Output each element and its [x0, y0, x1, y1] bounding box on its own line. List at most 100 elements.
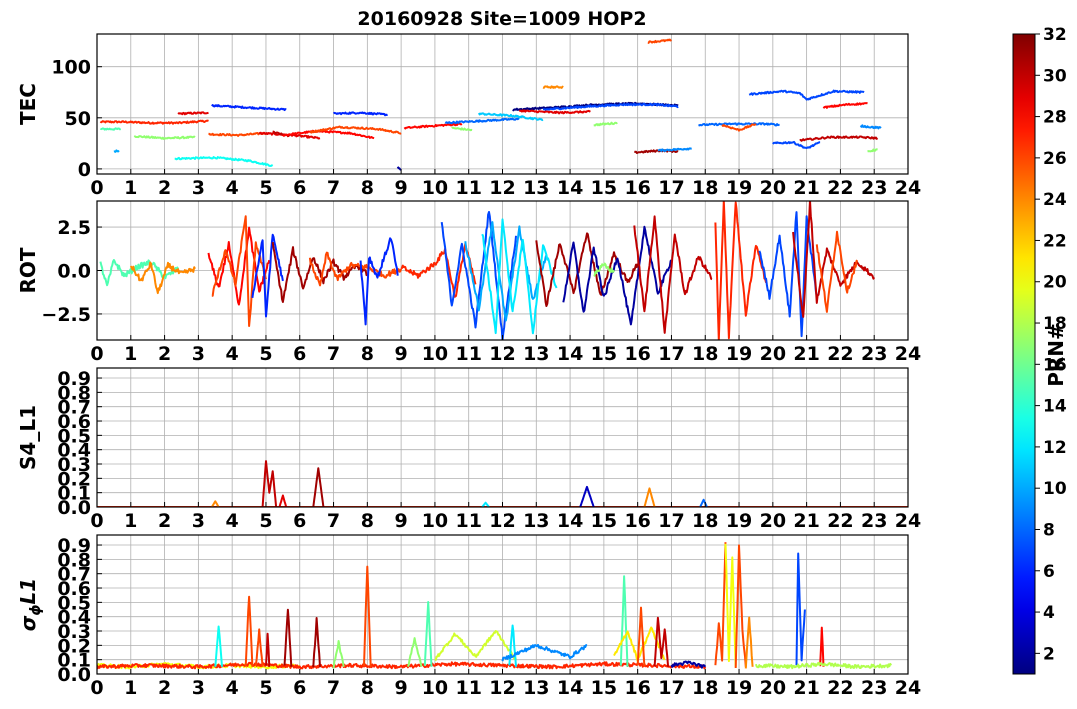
x-tick-label: 18 [692, 177, 718, 199]
x-tick-label: 1 [124, 677, 137, 699]
colorbar-tick-label: 24 [1043, 190, 1067, 210]
x-tick-label: 4 [226, 510, 239, 532]
x-tick-label: 3 [192, 677, 205, 699]
x-tick-label: 15 [591, 343, 617, 365]
x-tick-label: 14 [557, 177, 583, 199]
y-tick-label: 2.5 [57, 217, 91, 239]
x-tick-label: 20 [760, 177, 786, 199]
x-tick-label: 6 [293, 677, 306, 699]
x-tick-label: 19 [726, 177, 752, 199]
x-tick-label: 2 [158, 510, 171, 532]
y-tick-label: 0 [78, 159, 91, 181]
x-tick-label: 13 [523, 177, 549, 199]
x-tick-label: 7 [327, 177, 340, 199]
x-tick-label: 4 [226, 677, 239, 699]
x-tick-label: 24 [895, 677, 921, 699]
series-line-prn-26 [244, 595, 254, 667]
series-line-prn-31 [312, 467, 325, 507]
series-line-prn-31 [283, 608, 293, 667]
x-tick-label: 11 [455, 343, 481, 365]
panel-s4-l1: 0 1 2 3 4 5 6 7 8 9 10 11 12 13 14 15 16 17 18 19 20 21 22 23 24… [16, 367, 921, 532]
x-tick-label: 20 [760, 510, 786, 532]
x-tick-label: 10 [422, 343, 448, 365]
series-group [99, 38, 882, 171]
series-line-prn-24 [744, 616, 754, 669]
colorbar-tick-label: 26 [1043, 149, 1067, 169]
series-line-prn-7 [772, 140, 821, 149]
y-tick-label: 0.9 [57, 368, 91, 390]
x-tick-label: 8 [361, 343, 374, 365]
x-tick-label: 5 [259, 343, 272, 365]
series-line-prn-10 [113, 149, 120, 153]
x-tick-label: 19 [726, 510, 752, 532]
series-line-prn-3 [579, 485, 595, 507]
series-line-prn-9 [657, 147, 692, 152]
x-tick-label: 23 [861, 177, 887, 199]
colorbar-tick-label: 30 [1043, 66, 1067, 86]
x-tick-label: 22 [827, 510, 853, 532]
y-axis-label: S4_L1 [16, 405, 40, 470]
x-tick-label: 13 [523, 343, 549, 365]
colorbar-label: PRN# [1044, 323, 1068, 387]
x-tick-label: 13 [523, 510, 549, 532]
x-tick-label: 9 [395, 677, 408, 699]
x-tick-label: 23 [861, 343, 887, 365]
x-tick-label: 19 [726, 343, 752, 365]
y-tick-label: 0.0 [57, 261, 91, 283]
x-tick-label: 18 [692, 343, 718, 365]
colorbar-tick-label: 2 [1043, 644, 1055, 664]
series-line-prn-28 [819, 626, 825, 667]
x-tick-label: 1 [124, 177, 137, 199]
series-line-prn-9 [859, 124, 882, 130]
y-tick-label: −2.5 [41, 304, 91, 326]
figure-canvas: 20160928 Site=1009 HOP2 0 1 2 3 4 5 6 7 8 9 10 11 12… [16, 8, 1068, 699]
series-line-prn-15 [423, 601, 433, 667]
colorbar-tick-label: 20 [1043, 273, 1067, 293]
series-line-prn-28 [822, 102, 868, 109]
y-tick-label: 0.9 [57, 535, 91, 557]
x-tick-label: 4 [226, 343, 239, 365]
x-tick-label: 12 [489, 177, 515, 199]
x-tick-label: 5 [259, 510, 272, 532]
x-tick-label: 17 [658, 510, 684, 532]
x-tick-label: 20 [760, 343, 786, 365]
y-axis-label: ROT [16, 247, 40, 293]
x-tick-label: 10 [422, 177, 448, 199]
x-tick-label: 2 [158, 343, 171, 365]
x-tick-label: 8 [361, 177, 374, 199]
x-tick-label: 21 [793, 177, 819, 199]
x-tick-label: 15 [591, 677, 617, 699]
series-line-prn-15 [100, 127, 122, 131]
series-line-prn-2 [562, 225, 673, 326]
x-tick-label: 17 [658, 343, 684, 365]
x-tick-label: 21 [793, 343, 819, 365]
y-tick-label: 100 [51, 57, 91, 79]
x-tick-label: 22 [827, 343, 853, 365]
y-axis-label: TEC [16, 83, 40, 125]
x-tick-label: 4 [226, 177, 239, 199]
colorbar-tick-label: 10 [1043, 479, 1067, 499]
x-tick-label: 0 [90, 177, 103, 199]
colorbar-gradient [1012, 33, 1036, 675]
x-tick-label: 17 [658, 177, 684, 199]
x-tick-label: 7 [327, 343, 340, 365]
series-line-prn-17 [406, 637, 423, 668]
series-line-prn-20 [724, 543, 737, 667]
x-tick-label: 2 [158, 177, 171, 199]
x-tick-label: 1 [124, 510, 137, 532]
x-tick-label: 11 [455, 510, 481, 532]
x-tick-label: 12 [489, 677, 515, 699]
x-tick-label: 14 [557, 677, 583, 699]
x-tick-label: 6 [293, 510, 306, 532]
x-tick-label: 0 [90, 677, 103, 699]
x-tick-label: 10 [422, 677, 448, 699]
colorbar-tick-label: 6 [1043, 562, 1055, 582]
x-tick-label: 21 [793, 510, 819, 532]
series-line-prn-17 [593, 121, 618, 127]
series-line-prn-6 [211, 104, 287, 112]
x-tick-label: 23 [861, 510, 887, 532]
x-tick-label: 21 [793, 677, 819, 699]
x-tick-label: 9 [395, 510, 408, 532]
series-line-prn-26 [208, 131, 267, 137]
series-line-prn-6 [359, 237, 399, 326]
